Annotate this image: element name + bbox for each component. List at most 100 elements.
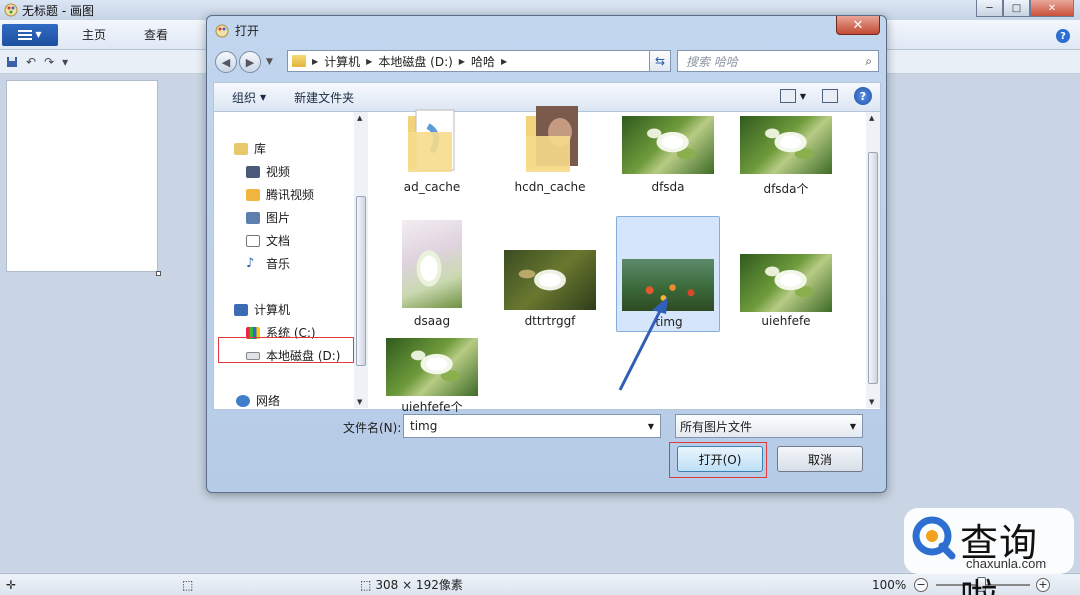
nav-computer-label: 计算机	[254, 303, 291, 317]
nav-library[interactable]: 库	[234, 140, 266, 157]
scroll-up-icon[interactable]: ▲	[869, 114, 874, 122]
computer-icon	[234, 303, 248, 316]
file-item[interactable]: dttrtrggf	[498, 218, 602, 334]
nav-video[interactable]: 视频	[246, 163, 290, 180]
cancel-button[interactable]: 取消	[777, 446, 863, 472]
help-icon[interactable]: ?	[1056, 29, 1070, 43]
chevron-down-icon: ▼	[799, 91, 806, 101]
file-type-select[interactable]: 所有图片文件 ▼	[675, 414, 863, 438]
file-item[interactable]: hcdn_cache	[498, 106, 602, 222]
breadcrumb-separator-icon[interactable]: ▶	[366, 57, 372, 66]
scroll-down-icon[interactable]: ▼	[869, 398, 874, 406]
image-thumbnail	[622, 116, 714, 174]
nav-tencent-video[interactable]: 腾讯视频	[246, 186, 314, 203]
dialog-close-button[interactable]: ✕	[836, 16, 880, 35]
zoom-out-button[interactable]: −	[914, 577, 928, 592]
file-item[interactable]: dsaag	[380, 218, 484, 334]
file-item[interactable]: uiehfefe	[734, 218, 838, 334]
view-options-button[interactable]: ▼	[779, 89, 806, 103]
dialog-title-bar: 打开	[215, 22, 259, 39]
help-icon[interactable]: ?	[854, 87, 872, 105]
breadcrumb-local-disk[interactable]: 本地磁盘 (D:)	[378, 53, 452, 70]
image-size-icon: ⬚	[360, 577, 372, 592]
network-icon	[236, 394, 250, 407]
filename-value: timg	[410, 419, 438, 433]
watermark-title: 查询啦	[960, 521, 1039, 595]
nav-music-label: 音乐	[266, 257, 291, 271]
nav-network[interactable]: 网络	[236, 392, 280, 409]
folder-icon	[246, 188, 260, 201]
canvas-resize-handle[interactable]	[156, 271, 161, 276]
file-name: dfsda	[651, 180, 685, 194]
close-button[interactable]: ✕	[1030, 0, 1074, 17]
file-list-scrollbar[interactable]: ▲ ▼	[866, 112, 880, 408]
nav-scroll-thumb[interactable]	[356, 196, 366, 366]
chevron-down-icon: ▼	[260, 92, 267, 102]
minimize-button[interactable]: ─	[976, 0, 1003, 17]
tab-home[interactable]: 主页	[70, 26, 118, 43]
save-icon[interactable]	[6, 56, 18, 68]
file-item[interactable]: dfsda	[616, 106, 720, 222]
image-thumbnail	[504, 250, 596, 310]
breadcrumb-separator-icon[interactable]: ▶	[459, 57, 465, 66]
breadcrumb-separator-icon[interactable]: ▶	[501, 57, 507, 66]
pictures-icon	[246, 211, 260, 224]
preview-pane-icon[interactable]	[822, 89, 838, 103]
file-list: ad_cache hcdn_cache dfsda dfsda个 dsaag d…	[374, 106, 864, 414]
undo-icon[interactable]: ↶	[26, 55, 36, 69]
paint-window-controls: ─ □ ✕	[976, 0, 1074, 17]
file-item[interactable]: ad_cache	[380, 106, 484, 222]
nav-music[interactable]: ♪ 音乐	[246, 255, 290, 272]
file-name: uiehfefe个	[401, 400, 463, 414]
search-icon[interactable]: ⌕	[865, 54, 872, 69]
menu-icon	[18, 29, 33, 40]
highlight-local-disk	[218, 337, 354, 363]
organize-button[interactable]: 组织 ▼	[232, 89, 266, 106]
redo-icon[interactable]: ↷	[44, 55, 54, 69]
paint-window-title: 无标题 - 画图	[22, 3, 94, 18]
scroll-up-icon[interactable]: ▲	[357, 114, 362, 122]
back-button[interactable]: ◀	[215, 51, 237, 73]
image-thumbnail	[740, 254, 832, 312]
nav-documents[interactable]: 文档	[246, 232, 290, 249]
file-item-selected[interactable]: timg	[616, 216, 720, 332]
chevron-down-icon: ▼	[849, 421, 856, 431]
nav-network-label: 网络	[256, 394, 281, 408]
nav-pictures[interactable]: 图片	[246, 209, 290, 226]
recent-pages-dropdown[interactable]: ▼	[266, 57, 273, 67]
new-folder-button[interactable]: 新建文件夹	[294, 89, 354, 106]
document-icon	[246, 234, 260, 247]
nav-documents-label: 文档	[266, 234, 291, 248]
file-item[interactable]: dfsda个	[734, 106, 838, 222]
file-name: timg	[655, 315, 683, 329]
nav-scrollbar[interactable]: ▲ ▼	[354, 112, 368, 408]
breadcrumb-separator-icon[interactable]: ▶	[312, 57, 318, 66]
file-name: dsaag	[413, 314, 451, 328]
open-button[interactable]: 打开(O)	[677, 446, 763, 472]
filename-dropdown-icon[interactable]: ▼	[648, 422, 654, 431]
search-input[interactable]: 搜索 哈哈 ⌕	[677, 50, 879, 72]
video-icon	[246, 165, 260, 178]
magnifier-logo-icon	[912, 516, 956, 560]
paint-menu-button[interactable]: ▼	[2, 23, 58, 46]
paint-app-icon	[4, 3, 18, 17]
nav-computer[interactable]: 计算机	[234, 301, 290, 318]
navigation-pane: 库 视频 腾讯视频 图片 文档 ♪ 音乐 计算机 系统 (C:) 本地磁盘 (D:…	[214, 112, 368, 409]
navigation-bar: ◀ ▶ ▼ ▶ 计算机 ▶ 本地磁盘 (D:) ▶ 哈哈 ▶ ▼ ⇆ 搜索 哈哈…	[215, 50, 879, 74]
music-icon: ♪	[246, 255, 255, 271]
breadcrumb-computer[interactable]: 计算机	[324, 53, 360, 70]
customize-qat-icon[interactable]: ▾	[62, 55, 68, 69]
refresh-button[interactable]: ⇆	[649, 50, 671, 72]
breadcrumb-haha[interactable]: 哈哈	[471, 53, 495, 70]
search-placeholder: 搜索 哈哈	[686, 54, 738, 69]
forward-button[interactable]: ▶	[239, 51, 261, 73]
dialog-body: 库 视频 腾讯视频 图片 文档 ♪ 音乐 计算机 系统 (C:) 本地磁盘 (D:…	[213, 106, 881, 414]
address-bar[interactable]: ▶ 计算机 ▶ 本地磁盘 (D:) ▶ 哈哈 ▶ ▼	[287, 50, 667, 72]
filename-input[interactable]: timg ▼	[403, 414, 661, 438]
maximize-button[interactable]: □	[1003, 0, 1030, 17]
scroll-down-icon[interactable]: ▼	[357, 398, 362, 406]
drawing-canvas[interactable]	[6, 80, 158, 272]
folder-icon	[292, 55, 306, 67]
tab-view[interactable]: 查看	[132, 26, 180, 43]
file-list-scroll-thumb[interactable]	[868, 152, 878, 384]
